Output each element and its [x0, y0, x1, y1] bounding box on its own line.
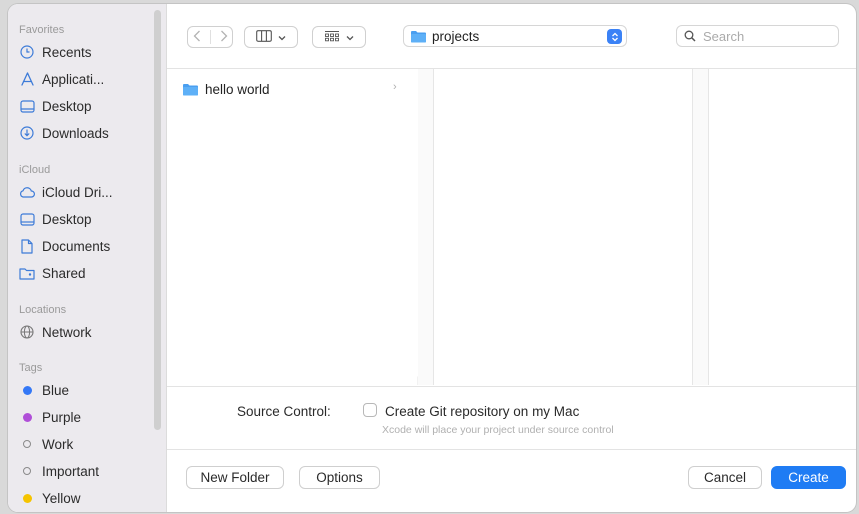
back-icon[interactable] — [193, 30, 201, 45]
sidebar-item-label: Purple — [42, 409, 82, 425]
folder-name: hello world — [205, 81, 270, 97]
desktop-icon — [19, 98, 35, 114]
sidebar-item-applications[interactable]: Applicati... — [19, 68, 104, 90]
shared-folder-icon — [19, 265, 35, 281]
sidebar-item-label: Network — [42, 324, 92, 340]
sidebar-item-label: Applicati... — [42, 71, 105, 87]
group-by-button[interactable] — [312, 26, 366, 48]
chevron-right-icon: › — [393, 81, 397, 93]
new-folder-button[interactable]: New Folder — [186, 466, 284, 489]
tag-dot-icon — [19, 409, 35, 425]
sidebar-section-favorites: Favorites — [19, 24, 65, 36]
sidebar-item-network[interactable]: Network — [19, 321, 92, 343]
chevron-down-icon — [278, 30, 286, 44]
source-control-hint: Xcode will place your project under sour… — [382, 424, 614, 436]
column-divider[interactable] — [418, 69, 434, 385]
cancel-button[interactable]: Cancel — [688, 466, 762, 489]
grid-icon — [324, 30, 340, 45]
sidebar: Favorites Recents Applicati... Desktop D… — [8, 4, 167, 512]
tag-ring-icon — [19, 436, 35, 452]
search-icon — [684, 30, 696, 42]
forward-icon[interactable] — [220, 30, 228, 45]
sidebar-item-recents[interactable]: Recents — [19, 41, 92, 63]
stepper-icon — [607, 29, 622, 44]
location-label: projects — [432, 28, 480, 44]
browser-column-2 — [434, 69, 693, 385]
sidebar-item-icloud-desktop[interactable]: Desktop — [19, 208, 92, 230]
sidebar-item-downloads[interactable]: Downloads — [19, 122, 109, 144]
sidebar-item-shared[interactable]: Shared — [19, 262, 86, 284]
sidebar-section-locations: Locations — [19, 304, 67, 316]
sidebar-item-label: Downloads — [42, 125, 109, 141]
column-view-button[interactable] — [244, 26, 298, 48]
sidebar-item-icloud-drive[interactable]: iCloud Dri... — [19, 181, 113, 203]
sidebar-item-label: Desktop — [42, 211, 92, 227]
sidebar-item-label: Desktop — [42, 98, 92, 114]
sidebar-item-label: Blue — [42, 382, 70, 398]
sidebar-item-label: Work — [42, 436, 74, 452]
sidebar-item-label: Documents — [42, 238, 111, 254]
options-panel: Source Control: Create Git repository on… — [167, 386, 856, 450]
folder-icon — [410, 30, 427, 43]
sidebar-item-label: iCloud Dri... — [42, 184, 113, 200]
column-browser: hello world › || — [167, 69, 856, 385]
sidebar-tag-yellow[interactable]: Yellow — [19, 487, 81, 509]
browser-main: projects hello world — [167, 4, 856, 512]
git-repository-checkbox[interactable] — [363, 403, 377, 417]
folder-row-hello-world[interactable]: hello world — [182, 79, 270, 99]
sidebar-item-label: Recents — [42, 44, 92, 60]
sidebar-item-label: Yellow — [42, 490, 81, 506]
search-input[interactable] — [701, 27, 825, 45]
sidebar-item-desktop[interactable]: Desktop — [19, 95, 92, 117]
git-repository-label[interactable]: Create Git repository on my Mac — [385, 404, 579, 419]
sidebar-section-icloud: iCloud — [19, 164, 51, 176]
document-icon — [19, 238, 35, 254]
sidebar-scrollbar[interactable] — [154, 10, 161, 430]
tag-dot-icon — [19, 490, 35, 506]
sidebar-section-tags: Tags — [19, 362, 43, 374]
browser-column-3 — [709, 69, 856, 385]
columns-icon — [256, 29, 272, 45]
create-button[interactable]: Create — [771, 466, 846, 489]
save-dialog: Favorites Recents Applicati... Desktop D… — [8, 4, 856, 512]
sidebar-tag-blue[interactable]: Blue — [19, 379, 69, 401]
sidebar-item-documents[interactable]: Documents — [19, 235, 110, 257]
browser-column-1: hello world › || — [167, 69, 422, 385]
column-divider[interactable] — [693, 69, 709, 385]
downloads-icon — [19, 125, 35, 141]
location-popup[interactable]: projects — [403, 25, 627, 47]
globe-icon — [19, 324, 35, 340]
tag-dot-icon — [19, 382, 35, 398]
cloud-icon — [19, 184, 35, 200]
sidebar-item-label: Shared — [42, 265, 86, 281]
search-field[interactable] — [676, 25, 839, 47]
folder-icon — [182, 83, 199, 96]
clock-icon — [19, 44, 35, 60]
toolbar: projects — [167, 4, 856, 69]
sidebar-tag-important[interactable]: Important — [19, 460, 99, 482]
tag-ring-icon — [19, 463, 35, 479]
source-control-label: Source Control: — [237, 404, 331, 419]
chevron-down-icon — [346, 30, 354, 44]
options-button[interactable]: Options — [299, 466, 380, 489]
applications-icon — [19, 71, 35, 87]
sidebar-tag-work[interactable]: Work — [19, 433, 73, 455]
desktop-icon — [19, 211, 35, 227]
sidebar-tag-purple[interactable]: Purple — [19, 406, 81, 428]
sidebar-item-label: Important — [42, 463, 100, 479]
nav-buttons — [187, 26, 233, 48]
